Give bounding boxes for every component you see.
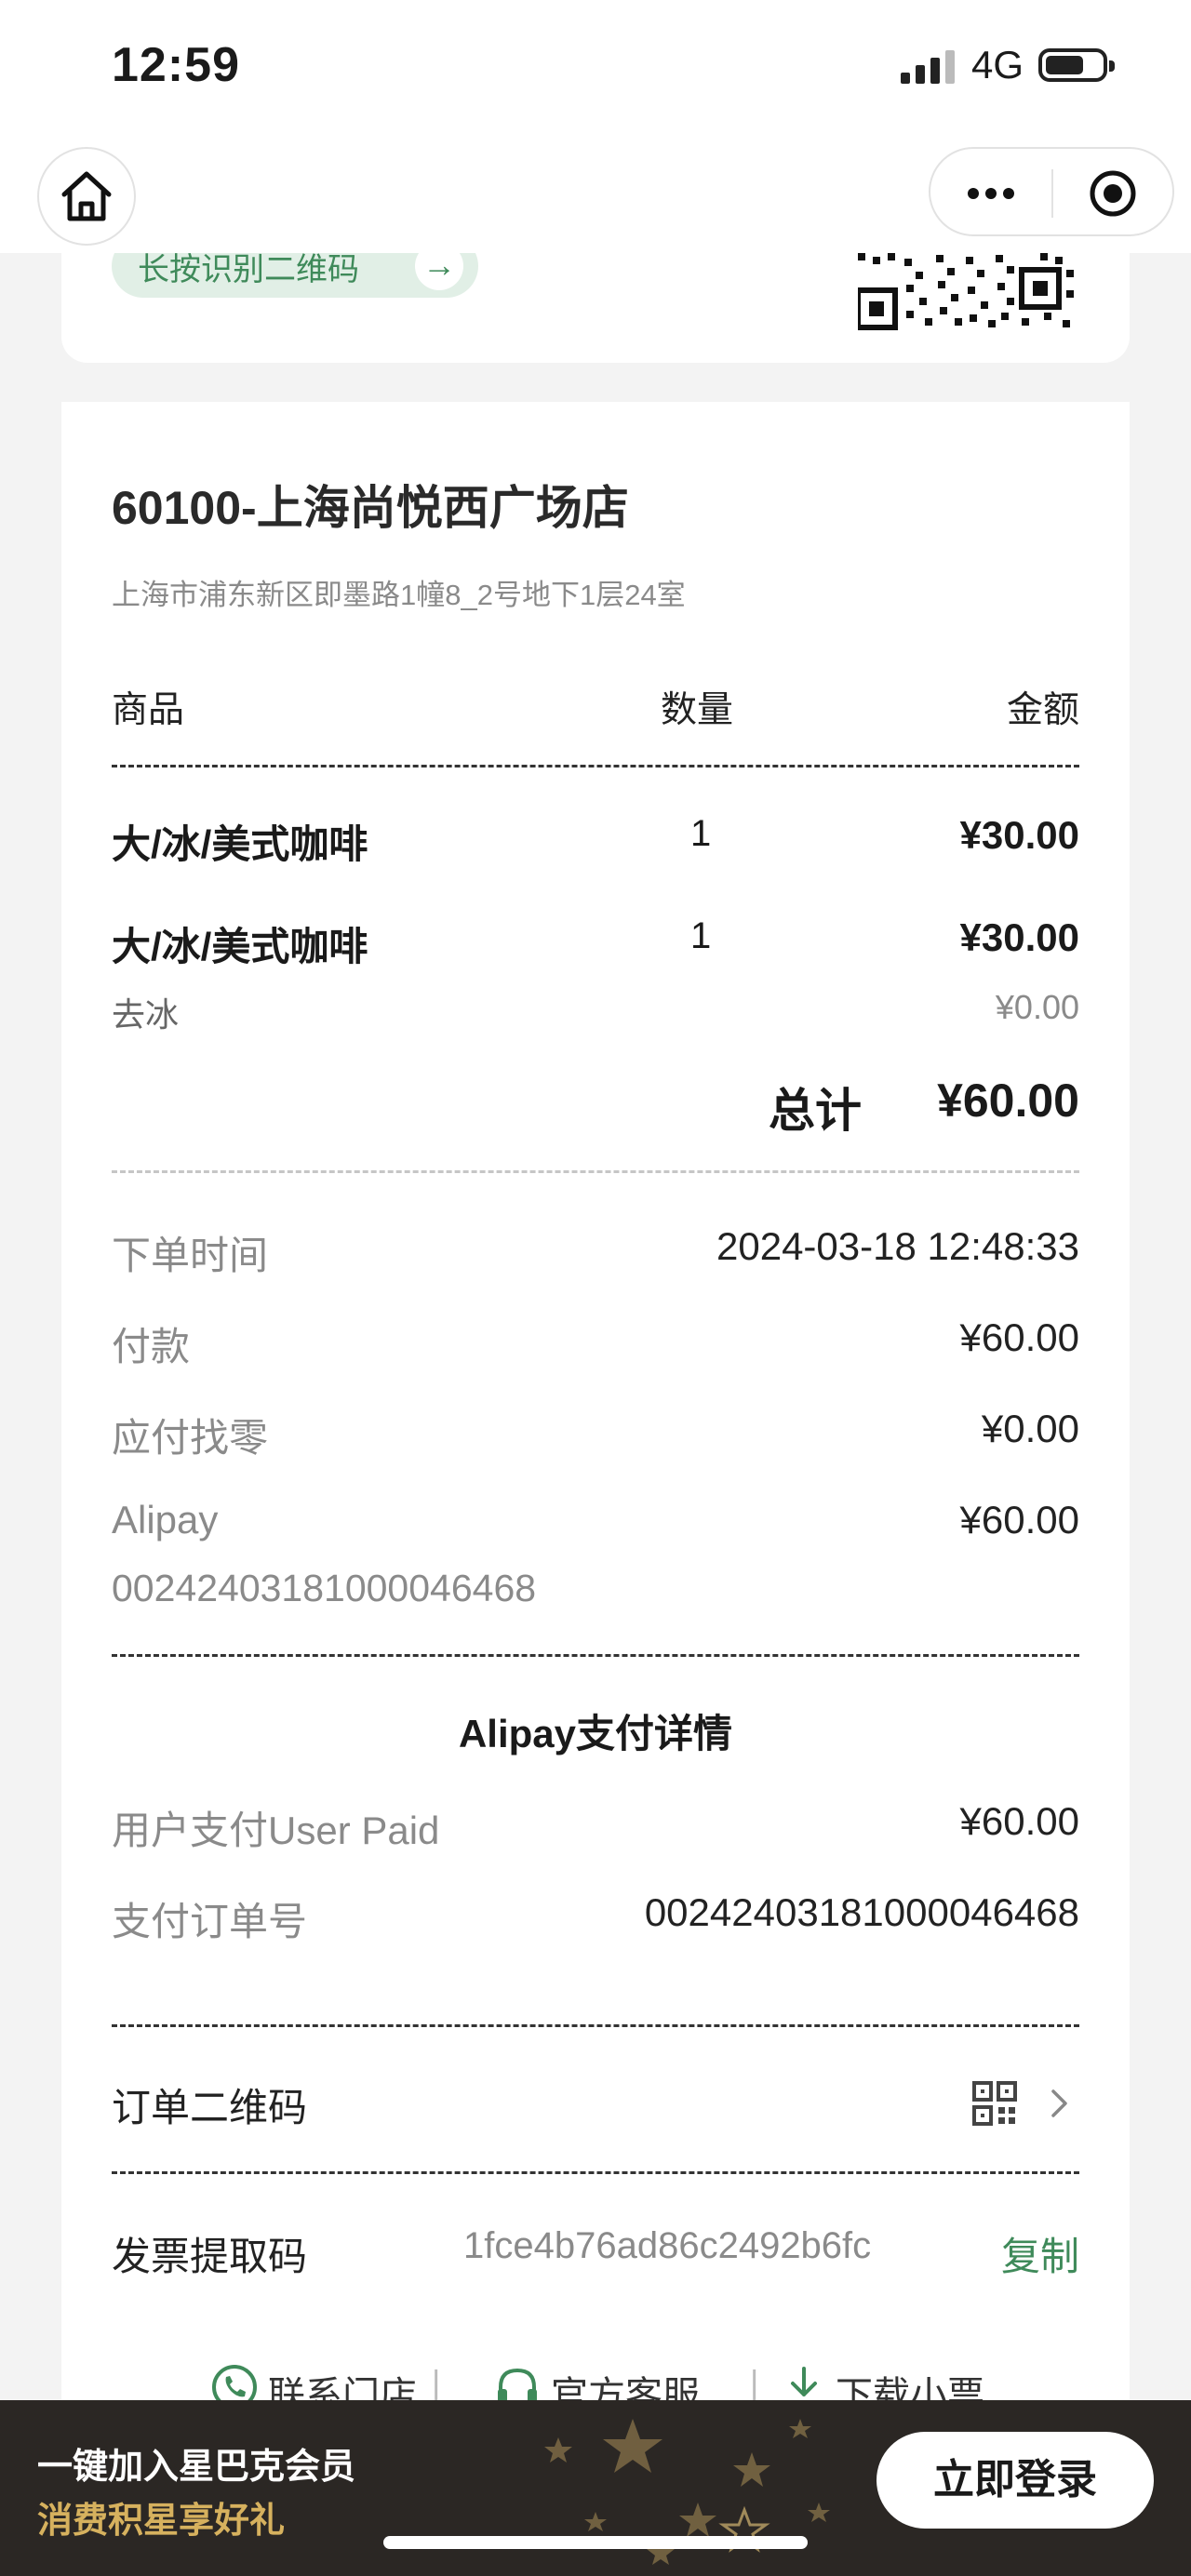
battery-icon [1038, 48, 1115, 82]
home-button[interactable] [37, 147, 136, 246]
item-note-amount: ¥0.00 [995, 988, 1079, 1026]
payment-reference: 00242403181000046468 [112, 1567, 537, 1609]
item-name: 大/冰/美式咖啡 [112, 822, 368, 866]
qr-code-image [858, 253, 1074, 330]
change-label: 应付找零 [112, 1416, 269, 1460]
home-icon [61, 171, 112, 221]
close-miniprogram-button[interactable] [1055, 149, 1174, 238]
pay-value: ¥60.00 [959, 1315, 1079, 1359]
top-bar: 12:59 4G [0, 0, 1191, 253]
separator: | [432, 2363, 441, 2401]
invoice-code-label: 发票提取码 [112, 2235, 308, 2278]
total-value: ¥60.00 [937, 1074, 1079, 1127]
column-header-qty: 数量 [661, 690, 734, 730]
separator: | [750, 2363, 759, 2401]
divider [112, 765, 1079, 767]
order-time-label: 下单时间 [112, 1234, 269, 1277]
alipay-details-title: Alipay支付详情 [458, 1712, 733, 1755]
capsule-menu [929, 147, 1174, 236]
invoice-code-value: 1fce4b76ad86c2492b6fc [463, 2225, 872, 2266]
order-number-value: 00242403181000046468 [644, 1890, 1079, 1934]
pay-label: 付款 [112, 1325, 191, 1368]
change-value: ¥0.00 [981, 1407, 1079, 1450]
divider [112, 2171, 1079, 2174]
payment-method-label: Alipay [112, 1498, 219, 1542]
order-time-value: 2024-03-18 12:48:33 [716, 1224, 1079, 1268]
order-qr-label: 订单二维码 [112, 2086, 308, 2129]
item-qty: 1 [690, 813, 712, 854]
item-note: 去冰 [112, 995, 180, 1034]
target-icon [1090, 170, 1136, 217]
member-benefit-text: 消费积星享好礼 [37, 2502, 286, 2541]
order-qr-row[interactable]: 订单二维码 [112, 2056, 1079, 2149]
store-name: 60100-上海尚悦西广场店 [112, 482, 629, 534]
store-address: 上海市浦东新区即墨路1幢8_2号地下1层24室 [112, 579, 686, 611]
item-name: 大/冰/美式咖啡 [112, 925, 368, 968]
stars-decoration-icon [544, 2419, 830, 2565]
home-indicator [383, 2536, 808, 2549]
column-header-item: 商品 [112, 690, 185, 730]
user-paid-value: ¥60.00 [959, 1799, 1079, 1843]
copy-button[interactable]: 复制 [968, 2225, 1079, 2282]
payment-method-value: ¥60.00 [959, 1498, 1079, 1542]
qr-code-icon [972, 2081, 1017, 2126]
item-amount: ¥30.00 [959, 915, 1079, 959]
divider [112, 1170, 1079, 1173]
network-type: 4G [971, 43, 1024, 87]
item-qty: 1 [690, 915, 712, 956]
total-label: 总计 [769, 1085, 862, 1137]
status-time: 12:59 [112, 38, 240, 92]
login-button[interactable]: 立即登录 [877, 2432, 1154, 2529]
signal-icon [901, 50, 955, 84]
chevron-right-icon [1051, 2089, 1067, 2117]
divider [112, 2024, 1079, 2027]
divider [112, 1654, 1079, 1657]
member-join-text: 一键加入星巴克会员 [37, 2448, 356, 2487]
order-number-label: 支付订单号 [112, 1900, 308, 1943]
item-amount: ¥30.00 [959, 813, 1079, 857]
more-button[interactable] [930, 149, 1051, 238]
user-paid-label: 用户支付User Paid [112, 1809, 440, 1852]
column-header-amount: 金额 [1006, 690, 1079, 730]
